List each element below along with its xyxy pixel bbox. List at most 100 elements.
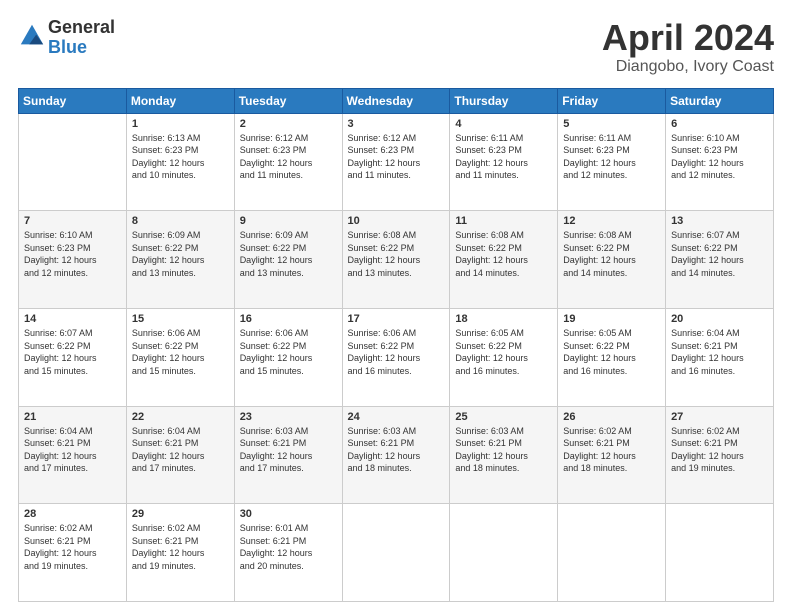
calendar-cell: 23Sunrise: 6:03 AM Sunset: 6:21 PM Dayli… bbox=[234, 406, 342, 504]
day-number: 6 bbox=[671, 118, 768, 130]
calendar-cell: 1Sunrise: 6:13 AM Sunset: 6:23 PM Daylig… bbox=[126, 113, 234, 211]
calendar-week-row: 14 Sunrise: 6:07 AM Sunset: 6:22 PM Dayli… bbox=[19, 308, 774, 406]
day-info: Sunrise: 6:10 AM Sunset: 6:23 PM Dayligh… bbox=[24, 229, 121, 279]
day-number: 13 bbox=[671, 215, 768, 227]
day-info: Sunrise: 6:05 AM Sunset: 6:22 PM Dayligh… bbox=[455, 327, 552, 377]
logo: General Blue bbox=[18, 18, 115, 58]
day-number: 3 bbox=[348, 118, 445, 130]
day-number: 18 bbox=[455, 313, 552, 325]
day-number: 30 bbox=[240, 508, 337, 520]
calendar-header-friday: Friday bbox=[558, 88, 666, 113]
day-info: Sunrise: 6:08 AM Sunset: 6:22 PM Dayligh… bbox=[455, 229, 552, 279]
calendar-cell: 8 Sunrise: 6:09 AM Sunset: 6:22 PM Daylig… bbox=[126, 211, 234, 309]
calendar-cell bbox=[342, 504, 450, 602]
calendar-cell: 26 Sunrise: 6:02 AM Sunset: 6:21 PM Dayli… bbox=[558, 406, 666, 504]
day-number: 15 bbox=[132, 313, 229, 325]
day-info: Sunrise: 6:04 AM Sunset: 6:21 PM Dayligh… bbox=[671, 327, 768, 377]
day-info: Sunrise: 6:01 AM Sunset: 6:21 PM Dayligh… bbox=[240, 522, 337, 572]
day-number: 29 bbox=[132, 508, 229, 520]
day-number: 1 bbox=[132, 118, 229, 130]
day-info: Sunrise: 6:02 AM Sunset: 6:21 PM Dayligh… bbox=[24, 522, 121, 572]
calendar-cell: 30 Sunrise: 6:01 AM Sunset: 6:21 PM Dayli… bbox=[234, 504, 342, 602]
day-info: Sunrise: 6:08 AM Sunset: 6:22 PM Dayligh… bbox=[563, 229, 660, 279]
day-number: 21 bbox=[24, 411, 121, 423]
day-info: Sunrise: 6:11 AM Sunset: 6:23 PM Dayligh… bbox=[455, 132, 552, 182]
day-number: 27 bbox=[671, 411, 768, 423]
logo-general: General bbox=[48, 18, 115, 38]
logo-icon bbox=[18, 22, 46, 50]
calendar-cell: 5 Sunrise: 6:11 AM Sunset: 6:23 PM Daylig… bbox=[558, 113, 666, 211]
day-number: 5 bbox=[563, 118, 660, 130]
calendar-cell: 25 Sunrise: 6:03 AM Sunset: 6:21 PM Dayli… bbox=[450, 406, 558, 504]
calendar-cell: 7Sunrise: 6:10 AM Sunset: 6:23 PM Daylig… bbox=[19, 211, 127, 309]
day-number: 12 bbox=[563, 215, 660, 227]
day-number: 20 bbox=[671, 313, 768, 325]
calendar-cell bbox=[558, 504, 666, 602]
calendar-header-tuesday: Tuesday bbox=[234, 88, 342, 113]
calendar-cell: 22Sunrise: 6:04 AM Sunset: 6:21 PM Dayli… bbox=[126, 406, 234, 504]
calendar-week-row: 7Sunrise: 6:10 AM Sunset: 6:23 PM Daylig… bbox=[19, 211, 774, 309]
calendar-cell: 21 Sunrise: 6:04 AM Sunset: 6:21 PM Dayli… bbox=[19, 406, 127, 504]
logo-text: General Blue bbox=[48, 18, 115, 58]
calendar-header-wednesday: Wednesday bbox=[342, 88, 450, 113]
day-number: 11 bbox=[455, 215, 552, 227]
calendar-cell: 13 Sunrise: 6:07 AM Sunset: 6:22 PM Dayli… bbox=[666, 211, 774, 309]
calendar-cell: 28 Sunrise: 6:02 AM Sunset: 6:21 PM Dayli… bbox=[19, 504, 127, 602]
calendar-cell: 18 Sunrise: 6:05 AM Sunset: 6:22 PM Dayli… bbox=[450, 308, 558, 406]
day-info: Sunrise: 6:12 AM Sunset: 6:23 PM Dayligh… bbox=[348, 132, 445, 182]
calendar-cell: 3 Sunrise: 6:12 AM Sunset: 6:23 PM Daylig… bbox=[342, 113, 450, 211]
day-number: 16 bbox=[240, 313, 337, 325]
calendar-cell bbox=[19, 113, 127, 211]
calendar-cell: 11 Sunrise: 6:08 AM Sunset: 6:22 PM Dayli… bbox=[450, 211, 558, 309]
day-number: 8 bbox=[132, 215, 229, 227]
day-info: Sunrise: 6:09 AM Sunset: 6:22 PM Dayligh… bbox=[132, 229, 229, 279]
day-number: 28 bbox=[24, 508, 121, 520]
day-info: Sunrise: 6:04 AM Sunset: 6:21 PM Dayligh… bbox=[132, 425, 229, 475]
calendar-cell: 20 Sunrise: 6:04 AM Sunset: 6:21 PM Dayli… bbox=[666, 308, 774, 406]
day-number: 2 bbox=[240, 118, 337, 130]
day-info: Sunrise: 6:03 AM Sunset: 6:21 PM Dayligh… bbox=[348, 425, 445, 475]
calendar-cell: 27 Sunrise: 6:02 AM Sunset: 6:21 PM Dayli… bbox=[666, 406, 774, 504]
title-month: April 2024 bbox=[602, 18, 774, 58]
calendar-cell: 16 Sunrise: 6:06 AM Sunset: 6:22 PM Dayli… bbox=[234, 308, 342, 406]
day-info: Sunrise: 6:02 AM Sunset: 6:21 PM Dayligh… bbox=[671, 425, 768, 475]
calendar-cell bbox=[666, 504, 774, 602]
day-number: 4 bbox=[455, 118, 552, 130]
calendar-cell: 9 Sunrise: 6:09 AM Sunset: 6:22 PM Daylig… bbox=[234, 211, 342, 309]
logo-blue: Blue bbox=[48, 38, 115, 58]
day-info: Sunrise: 6:06 AM Sunset: 6:22 PM Dayligh… bbox=[240, 327, 337, 377]
calendar-week-row: 28 Sunrise: 6:02 AM Sunset: 6:21 PM Dayli… bbox=[19, 504, 774, 602]
day-number: 23 bbox=[240, 411, 337, 423]
header: General Blue April 2024 Diangobo, Ivory … bbox=[18, 18, 774, 76]
calendar-cell bbox=[450, 504, 558, 602]
day-info: Sunrise: 6:05 AM Sunset: 6:22 PM Dayligh… bbox=[563, 327, 660, 377]
day-info: Sunrise: 6:07 AM Sunset: 6:22 PM Dayligh… bbox=[671, 229, 768, 279]
day-number: 9 bbox=[240, 215, 337, 227]
calendar-cell: 2Sunrise: 6:12 AM Sunset: 6:23 PM Daylig… bbox=[234, 113, 342, 211]
day-info: Sunrise: 6:03 AM Sunset: 6:21 PM Dayligh… bbox=[455, 425, 552, 475]
calendar-header-row: SundayMondayTuesdayWednesdayThursdayFrid… bbox=[19, 88, 774, 113]
calendar-week-row: 21 Sunrise: 6:04 AM Sunset: 6:21 PM Dayli… bbox=[19, 406, 774, 504]
day-number: 26 bbox=[563, 411, 660, 423]
calendar-cell: 15Sunrise: 6:06 AM Sunset: 6:22 PM Dayli… bbox=[126, 308, 234, 406]
day-info: Sunrise: 6:09 AM Sunset: 6:22 PM Dayligh… bbox=[240, 229, 337, 279]
calendar-header-sunday: Sunday bbox=[19, 88, 127, 113]
day-info: Sunrise: 6:07 AM Sunset: 6:22 PM Dayligh… bbox=[24, 327, 121, 377]
calendar-cell: 17Sunrise: 6:06 AM Sunset: 6:22 PM Dayli… bbox=[342, 308, 450, 406]
calendar-cell: 24Sunrise: 6:03 AM Sunset: 6:21 PM Dayli… bbox=[342, 406, 450, 504]
day-info: Sunrise: 6:04 AM Sunset: 6:21 PM Dayligh… bbox=[24, 425, 121, 475]
day-number: 17 bbox=[348, 313, 445, 325]
calendar-header-saturday: Saturday bbox=[666, 88, 774, 113]
calendar-cell: 12 Sunrise: 6:08 AM Sunset: 6:22 PM Dayli… bbox=[558, 211, 666, 309]
calendar-cell: 29Sunrise: 6:02 AM Sunset: 6:21 PM Dayli… bbox=[126, 504, 234, 602]
page: General Blue April 2024 Diangobo, Ivory … bbox=[0, 0, 792, 612]
day-number: 14 bbox=[24, 313, 121, 325]
calendar-cell: 6Sunrise: 6:10 AM Sunset: 6:23 PM Daylig… bbox=[666, 113, 774, 211]
day-info: Sunrise: 6:08 AM Sunset: 6:22 PM Dayligh… bbox=[348, 229, 445, 279]
day-number: 25 bbox=[455, 411, 552, 423]
day-number: 10 bbox=[348, 215, 445, 227]
title-block: April 2024 Diangobo, Ivory Coast bbox=[602, 18, 774, 76]
day-info: Sunrise: 6:11 AM Sunset: 6:23 PM Dayligh… bbox=[563, 132, 660, 182]
day-info: Sunrise: 6:02 AM Sunset: 6:21 PM Dayligh… bbox=[563, 425, 660, 475]
title-location: Diangobo, Ivory Coast bbox=[602, 58, 774, 76]
